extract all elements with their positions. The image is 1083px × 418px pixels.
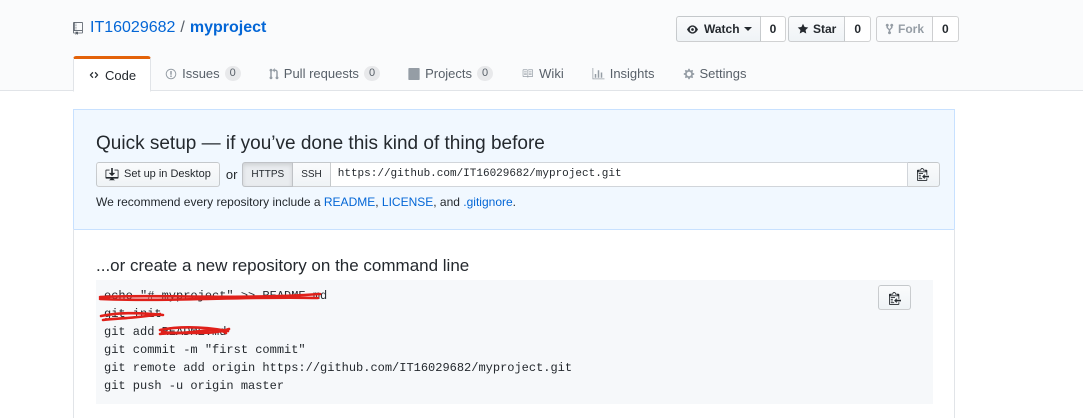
or-label: or	[225, 166, 238, 182]
issue-icon	[165, 68, 177, 79]
tab-projects-label: Projects	[425, 66, 473, 81]
command-line-section: ...or create a new repository on the com…	[73, 229, 955, 418]
code-line: git init	[104, 307, 162, 321]
watch-count[interactable]: 0	[760, 16, 787, 42]
repo-name-link[interactable]: myproject	[190, 19, 266, 37]
copy-commands-button[interactable]	[878, 285, 911, 310]
fork-group: Fork 0	[876, 16, 959, 42]
pull-request-icon	[269, 67, 279, 79]
star-label: Star	[813, 22, 837, 36]
tab-code-label: Code	[105, 67, 137, 83]
setup-in-desktop-button[interactable]: Set up in Desktop	[96, 161, 220, 187]
tab-issues[interactable]: Issues 0	[151, 56, 255, 91]
projects-counter: 0	[477, 66, 494, 81]
quick-setup-title: Quick setup — if you’ve done this kind o…	[96, 133, 545, 154]
desktop-download-icon	[105, 167, 119, 180]
clone-url-input[interactable]: https://github.com/IT16029682/myproject.…	[330, 161, 908, 187]
star-count[interactable]: 0	[845, 16, 872, 42]
star-icon	[797, 23, 809, 34]
tab-insights-label: Insights	[609, 66, 655, 81]
repo-owner-link[interactable]: IT16029682	[90, 19, 175, 37]
tab-projects[interactable]: Projects 0	[394, 56, 507, 91]
readme-link[interactable]: README	[324, 195, 375, 209]
https-toggle[interactable]: HTTPS	[242, 161, 294, 187]
clipboard-icon	[888, 291, 901, 305]
repo-icon	[73, 21, 83, 35]
recommend-comma: ,	[375, 195, 382, 209]
code-line: git remote add origin https://github.com…	[104, 361, 573, 375]
code-line: git commit -m "first commit"	[104, 343, 306, 357]
tab-issues-label: Issues	[182, 66, 220, 81]
repo-title: IT16029682 / myproject	[73, 17, 266, 39]
command-code-block: echo "# myproject" >> README.md git init g…	[96, 280, 933, 404]
issues-counter: 0	[224, 66, 241, 81]
tab-pull-requests-label: Pull requests	[283, 66, 359, 81]
code-line: git push -u origin master	[104, 379, 285, 393]
tab-settings-label: Settings	[699, 66, 747, 81]
recommend-text: We recommend every repository include a …	[96, 195, 516, 209]
star-group: Star 0	[788, 16, 872, 42]
chevron-down-icon	[743, 27, 752, 31]
book-icon	[522, 69, 534, 78]
clone-url-row: Set up in Desktop or HTTPS SSH https://g…	[96, 161, 940, 187]
watch-label: Watch	[704, 22, 740, 36]
quick-setup-box: Quick setup — if you’ve done this kind o…	[73, 109, 955, 230]
repo-separator: /	[180, 19, 185, 36]
code-icon	[89, 71, 99, 79]
fork-label: Fork	[898, 22, 925, 36]
eye-icon	[687, 24, 698, 34]
tab-wiki-label: Wiki	[539, 66, 564, 81]
watch-button[interactable]: Watch	[676, 16, 761, 42]
tab-settings[interactable]: Settings	[669, 56, 761, 91]
setup-in-desktop-label: Set up in Desktop	[124, 168, 211, 180]
star-button[interactable]: Star	[788, 16, 846, 42]
ssh-toggle[interactable]: SSH	[293, 161, 331, 187]
license-link[interactable]: LICENSE	[382, 195, 433, 209]
pull-requests-counter: 0	[363, 66, 381, 81]
graph-icon	[592, 67, 605, 79]
repo-nav-tabs: Code Issues 0 Pull requests 0 Projects 0…	[73, 56, 761, 92]
gitignore-link[interactable]: .gitignore	[463, 195, 512, 209]
fork-button[interactable]: Fork	[876, 16, 934, 42]
recommend-and: , and	[433, 195, 464, 209]
code-line: echo "# myproject" >> README.md	[104, 289, 328, 303]
fork-count[interactable]: 0	[933, 16, 959, 42]
clipboard-icon	[917, 168, 930, 181]
tab-insights[interactable]: Insights	[578, 56, 669, 91]
recommend-prefix: We recommend every repository include a	[96, 195, 324, 209]
tab-code[interactable]: Code	[73, 56, 152, 92]
recommend-period: .	[512, 195, 517, 209]
project-icon	[408, 67, 420, 80]
repo-header: IT16029682 / myproject Watch 0 Star 0 Fo…	[0, 0, 1083, 92]
command-line-title: ...or create a new repository on the com…	[96, 256, 470, 275]
fork-icon	[885, 23, 894, 35]
code-line: git add README.md	[104, 325, 227, 339]
tab-wiki[interactable]: Wiki	[507, 56, 578, 91]
watch-group: Watch 0	[676, 16, 787, 42]
copy-url-button[interactable]	[907, 161, 940, 187]
gear-icon	[683, 68, 694, 79]
tab-pull-requests[interactable]: Pull requests 0	[255, 56, 394, 91]
